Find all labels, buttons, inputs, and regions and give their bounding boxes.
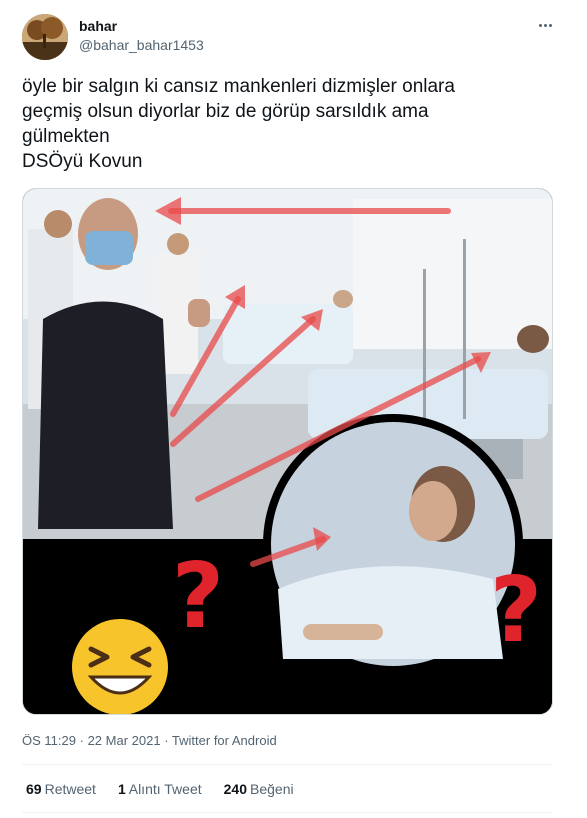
- quotes-label: Alıntı Tweet: [128, 781, 202, 797]
- tweet-source[interactable]: Twitter for Android: [172, 733, 277, 748]
- display-name[interactable]: bahar: [79, 18, 117, 34]
- retweets-count: 69: [26, 781, 42, 797]
- tweet-text-line: geçmiş olsun diyorlar biz de görüp sarsı…: [22, 101, 429, 122]
- quote-tweets-stat[interactable]: 1 Alıntı Tweet: [118, 781, 202, 797]
- tweet-text: öyle bir salgın ki cansız mankenleri diz…: [22, 74, 562, 174]
- tweet-text-line: öyle bir salgın ki cansız mankenleri diz…: [22, 76, 455, 97]
- question-mark: ?: [172, 544, 224, 649]
- man-in-suit: [38, 301, 173, 529]
- question-mark: ?: [490, 558, 542, 663]
- tweet-text-line: DSÖyü Kovun: [22, 151, 143, 172]
- divider: [22, 764, 553, 765]
- tweet-date[interactable]: 22 Mar 2021: [88, 733, 161, 748]
- avatar[interactable]: [22, 14, 68, 60]
- retweets-stat[interactable]: 69 Retweet: [26, 781, 96, 797]
- retweets-label: Retweet: [44, 781, 96, 797]
- likes-count: 240: [223, 781, 247, 797]
- divider: [22, 812, 553, 813]
- laughing-emoji: [72, 619, 168, 714]
- tweet-card: bahar @bahar_bahar1453 öyle bir salgın k…: [0, 0, 587, 818]
- meta-separator: ·: [164, 733, 169, 748]
- patient-head: [517, 325, 549, 353]
- likes-stat[interactable]: 240 Beğeni: [224, 781, 294, 797]
- meta-separator: ·: [79, 733, 84, 748]
- quotes-count: 1: [117, 781, 126, 797]
- tweet-time[interactable]: ÖS 11:29: [22, 733, 76, 748]
- likes-label: Beğeni: [250, 781, 294, 797]
- tweet-media-image[interactable]: ? ?: [22, 188, 553, 715]
- tweet-text-line: gülmekten: [22, 126, 110, 147]
- tweet-stats: 69 Retweet 1 Alıntı Tweet 240 Beğeni: [26, 781, 294, 797]
- hospital-bed: [223, 304, 353, 364]
- tweet-meta: ÖS 11:29 · 22 Mar 2021 · Twitter for And…: [22, 733, 277, 748]
- user-handle[interactable]: @bahar_bahar1453: [79, 37, 204, 53]
- more-options-icon[interactable]: [534, 14, 556, 36]
